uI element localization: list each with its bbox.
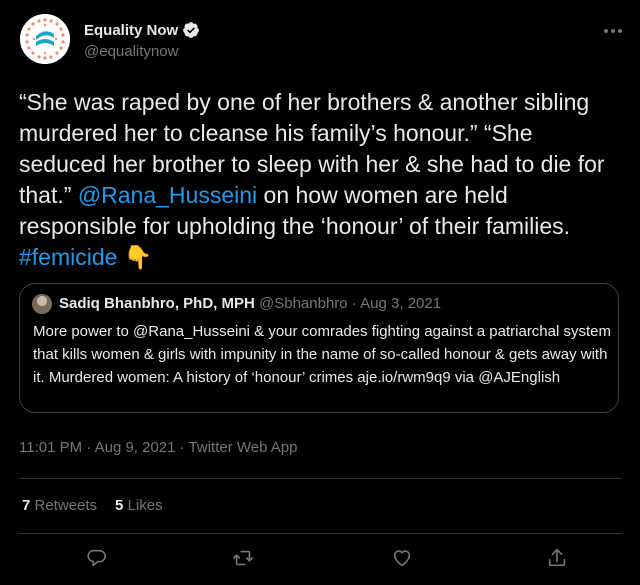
share-button[interactable] — [544, 545, 570, 571]
reply-button[interactable] — [83, 545, 109, 571]
hashtag-link[interactable]: #femicide — [19, 244, 117, 270]
author-handle[interactable]: @equalitynow — [84, 43, 178, 60]
retweets-count: 7 — [22, 497, 31, 514]
retweets-stat[interactable]: 7 Retweets — [22, 497, 97, 514]
quote-text: More power to @Rana_Husseini & your comr… — [33, 323, 611, 386]
action-bar — [0, 545, 640, 573]
quote-date: Aug 3, 2021 — [360, 295, 442, 312]
divider — [19, 478, 622, 479]
mention-link[interactable]: @Rana_Husseini — [78, 182, 257, 208]
quote-author-name: Sadiq Bhanbhro, PhD, MPH — [59, 295, 255, 312]
verified-badge-icon — [183, 22, 200, 38]
likes-label: Likes — [127, 497, 163, 514]
equality-now-logo-icon — [20, 14, 70, 64]
author-avatar[interactable] — [20, 14, 70, 64]
share-icon — [548, 548, 566, 567]
reply-icon — [87, 549, 106, 567]
tweet-card: Equality Now @equalitynow “She was raped… — [0, 0, 640, 585]
pointing-down-emoji: 👇 — [117, 244, 153, 270]
quote-separator: · — [347, 295, 361, 312]
quoted-tweet-card[interactable]: Sadiq Bhanbhro, PhD, MPH @Sbhanbhro · Au… — [19, 283, 619, 413]
quote-author-avatar — [32, 294, 52, 314]
retweets-label: Retweets — [34, 497, 98, 514]
retweet-icon — [233, 550, 253, 566]
like-button[interactable] — [389, 545, 415, 571]
author-name-text[interactable]: Equality Now — [84, 22, 178, 39]
more-options-icon[interactable] — [604, 26, 628, 36]
likes-stat[interactable]: 5 Likes — [115, 497, 163, 514]
likes-count: 5 — [115, 497, 124, 514]
tweet-text: “She was raped by one of her brothers & … — [19, 87, 619, 273]
retweet-button[interactable] — [230, 545, 256, 571]
author-name[interactable]: Equality Now — [84, 21, 200, 39]
divider — [19, 533, 622, 534]
tweet-timestamp[interactable]: 11:01 PM · Aug 9, 2021 · Twitter Web App — [19, 439, 298, 456]
quote-author-handle: @Sbhanbhro — [259, 295, 348, 312]
engagement-stats: 7 Retweets 5 Likes — [22, 497, 163, 514]
quote-header: Sadiq Bhanbhro, PhD, MPH @Sbhanbhro · Au… — [59, 295, 441, 312]
heart-icon — [393, 550, 411, 567]
